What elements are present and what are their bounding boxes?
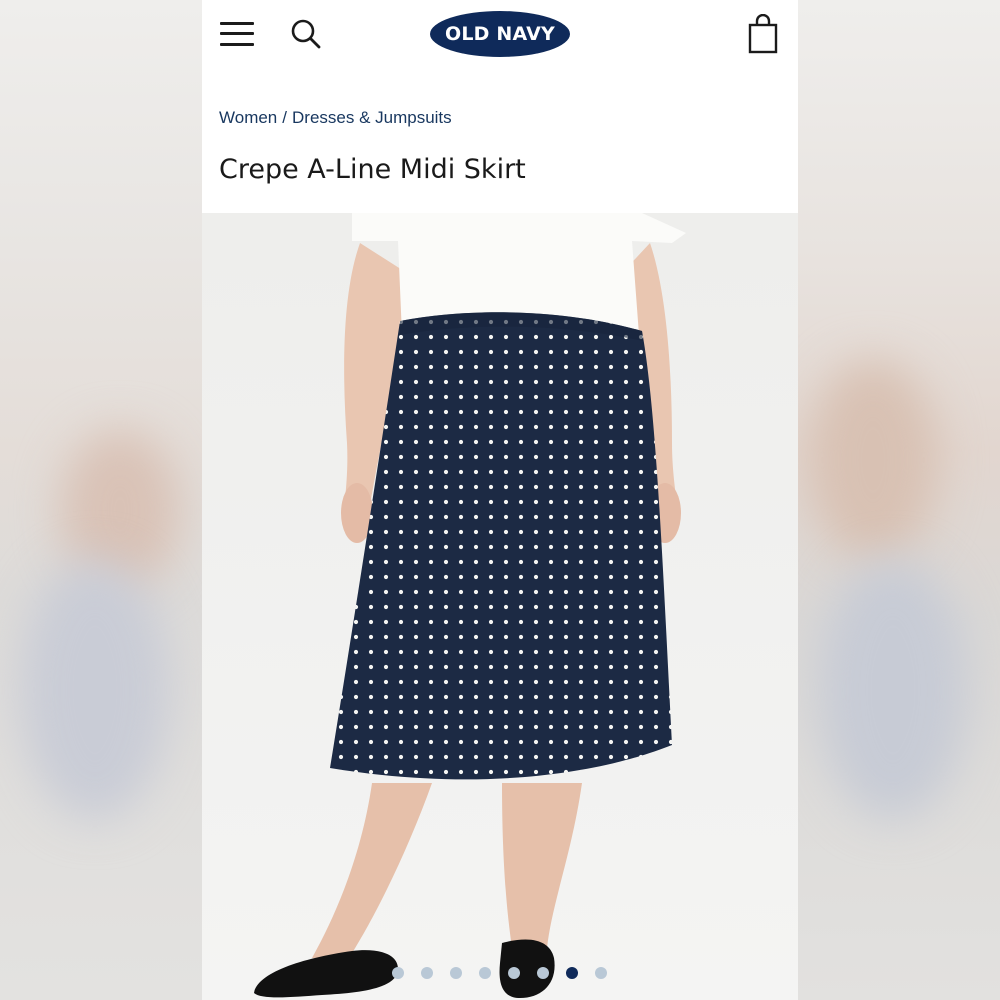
carousel-dot[interactable] [595,967,607,979]
top-navigation-bar: OLD NAVY [202,0,798,72]
carousel-dot[interactable] [450,967,462,979]
carousel-dot[interactable] [537,967,549,979]
app-screen: OLD NAVY Women / Dresses & Jumpsuits Crepe… [202,0,798,1000]
blurred-backdrop-left [0,0,202,1000]
old-navy-logo[interactable]: OLD NAVY [430,11,570,57]
product-image[interactable] [202,213,798,1000]
carousel-dot[interactable] [421,967,433,979]
search-icon[interactable] [290,17,322,51]
carousel-pagination [392,965,612,981]
logo-text: OLD NAVY [444,23,556,45]
carousel-dot[interactable] [479,967,491,979]
carousel-dot-active[interactable] [566,967,578,979]
carousel-dot[interactable] [508,967,520,979]
breadcrumb-link-women[interactable]: Women [219,108,277,127]
breadcrumb-link-dresses-jumpsuits[interactable]: Dresses & Jumpsuits [292,108,452,127]
breadcrumb-separator: / [282,108,287,127]
breadcrumb: Women / Dresses & Jumpsuits [219,108,452,128]
blurred-backdrop-right [798,0,1000,1000]
product-title: Crepe A-Line Midi Skirt [219,154,526,185]
carousel-dot[interactable] [392,967,404,979]
product-photo-illustration [202,213,798,1000]
hamburger-menu-icon[interactable] [220,18,254,50]
shopping-bag-icon[interactable] [748,13,778,54]
